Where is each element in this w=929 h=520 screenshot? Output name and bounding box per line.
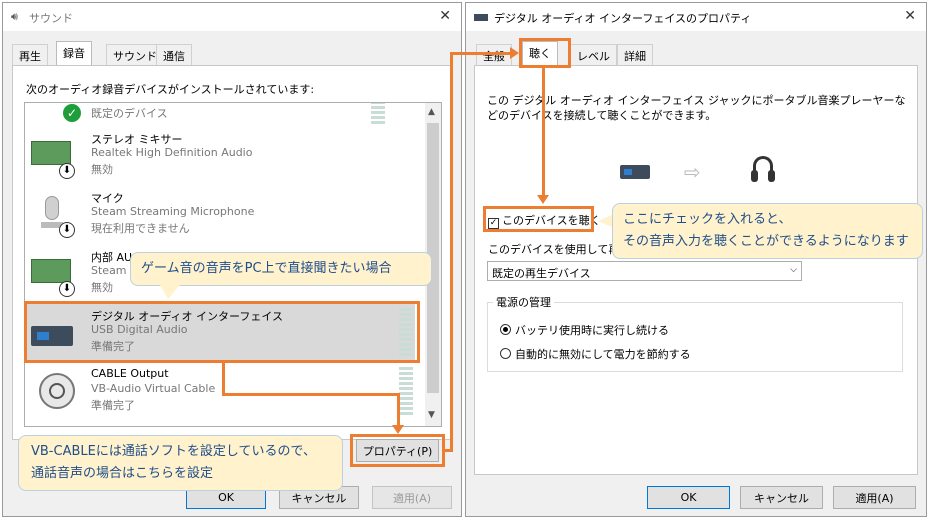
device-desc: VB-Audio Virtual Cable xyxy=(91,382,216,395)
tab-levels[interactable]: レベル xyxy=(570,44,617,65)
device-name: CABLE Output xyxy=(91,367,169,380)
device-microphone[interactable]: ⬇ マイク Steam Streaming Microphone 現在利用できま… xyxy=(25,186,415,244)
connector-line xyxy=(542,68,545,196)
radio-unselected-icon xyxy=(500,348,511,359)
device-status: 無効 xyxy=(91,163,113,176)
callout-check-listen: ここにチェックを入れると、 その音声入力を聴くことができるようになります xyxy=(612,203,923,259)
callout-game-audio-pointer xyxy=(160,285,180,299)
device-name: マイク xyxy=(91,192,124,205)
power-option-2-label: 自動的に無効にして電力を節約する xyxy=(515,348,691,361)
power-option-auto-disable[interactable]: 自動的に無効にして電力を節約する xyxy=(500,346,691,362)
arrow-down-icon xyxy=(537,195,549,204)
window-title: デジタル オーディオ インターフェイスのプロパティ xyxy=(494,12,752,25)
power-option-1-label: バッテリ使用時に実行し続ける xyxy=(515,324,669,337)
connector-line xyxy=(450,52,512,55)
arrow-right-icon: ⇨ xyxy=(684,160,701,184)
highlight-properties-button xyxy=(350,434,445,467)
cancel-button[interactable]: キャンセル xyxy=(740,486,823,509)
default-check-icon: ✓ xyxy=(63,104,81,122)
tab-communications[interactable]: 通信 xyxy=(156,44,192,65)
connector-line xyxy=(397,393,400,429)
apply-button[interactable]: 適用(A) xyxy=(372,486,452,509)
device-name: ステレオ ミキサー xyxy=(91,133,183,146)
callout-vb-cable: VB-CABLEには通話ソフトを設定しているので、 通話音声の場合はこちらを設定 xyxy=(18,435,343,491)
sound-card-icon: ⬇ xyxy=(29,133,79,179)
playback-device-select[interactable]: 既定の再生デバイス ⌵ xyxy=(487,261,802,281)
usb-audio-title-icon xyxy=(474,14,488,21)
scroll-up-icon[interactable]: ▲ xyxy=(428,107,435,117)
properties-titlebar: デジタル オーディオ インターフェイスのプロパティ ✕ xyxy=(466,3,926,31)
power-option-keep-running[interactable]: バッテリ使用時に実行し続ける xyxy=(500,322,669,338)
device-status: 現在利用できません xyxy=(91,222,190,235)
tab-recording[interactable]: 録音 xyxy=(56,41,92,66)
scroll-down-icon[interactable]: ▼ xyxy=(428,410,435,420)
cable-icon xyxy=(29,369,79,415)
callout-check-line1: ここにチェックを入れると、 xyxy=(623,212,792,227)
arrow-down-icon xyxy=(392,425,404,434)
headphones-icon xyxy=(751,156,775,186)
connector-line xyxy=(222,393,400,396)
sound-card-icon: ⬇ xyxy=(29,251,79,297)
ok-button[interactable]: OK xyxy=(647,486,730,509)
device-status: 準備完了 xyxy=(91,399,135,412)
device-desc: Steam Streaming Microphone xyxy=(91,205,255,218)
microphone-icon: ⬇ xyxy=(29,192,79,238)
highlight-selected-device xyxy=(24,301,420,363)
listen-description: この デジタル オーディオ インターフェイス ジャックにポータブル音楽プレーヤー… xyxy=(487,94,906,122)
radio-selected-icon xyxy=(500,324,511,335)
window-title: サウンド xyxy=(29,12,73,25)
close-icon[interactable]: ✕ xyxy=(904,8,916,24)
device-status: 既定のデバイス xyxy=(91,107,168,120)
callout-vb-cable-line2: 通話音声の場合はこちらを設定 xyxy=(31,466,214,481)
device-cable-output[interactable]: CABLE Output VB-Audio Virtual Cable 準備完了 xyxy=(25,363,415,421)
speaker-icon: 🔊︎ xyxy=(11,10,18,23)
level-meter xyxy=(399,367,413,417)
arrow-right-icon xyxy=(510,47,519,59)
highlight-listen-tab xyxy=(519,38,571,68)
connector-line xyxy=(222,363,225,395)
sound-titlebar: 🔊︎ サウンド ✕ xyxy=(3,3,461,31)
chevron-down-icon: ⌵ xyxy=(790,265,797,275)
callout-vb-cable-line1: VB-CABLEには通話ソフトを設定しているので、 xyxy=(31,444,316,459)
device-stereo-mix[interactable]: ⬇ ステレオ ミキサー Realtek High Definition Audi… xyxy=(25,127,415,185)
usb-audio-icon xyxy=(620,165,650,179)
callout-check-line2: その音声入力を聴くことができるようになります xyxy=(623,234,909,249)
close-icon[interactable]: ✕ xyxy=(439,8,451,24)
recording-heading: 次のオーディオ録音デバイスがインストールされています: xyxy=(26,83,315,96)
tab-advanced[interactable]: 詳細 xyxy=(617,44,653,65)
callout-game-audio-text: ゲーム音の音声をPC上で直接聞きたい場合 xyxy=(141,261,392,276)
highlight-listen-checkbox xyxy=(483,206,594,232)
device-name: 内部 AU xyxy=(91,251,133,264)
playback-label: このデバイスを使用して再生 xyxy=(488,243,631,256)
apply-button[interactable]: 適用(A) xyxy=(833,486,916,509)
device-desc: Realtek High Definition Audio xyxy=(91,146,253,159)
connector-line xyxy=(450,52,453,452)
power-group-label: 電源の管理 xyxy=(493,294,554,310)
tab-playback[interactable]: 再生 xyxy=(12,44,48,65)
device-status: 無効 xyxy=(91,281,113,294)
callout-game-audio: ゲーム音の音声をPC上で直接聞きたい場合 xyxy=(130,252,432,286)
playback-select-value: 既定の再生デバイス xyxy=(492,267,591,280)
